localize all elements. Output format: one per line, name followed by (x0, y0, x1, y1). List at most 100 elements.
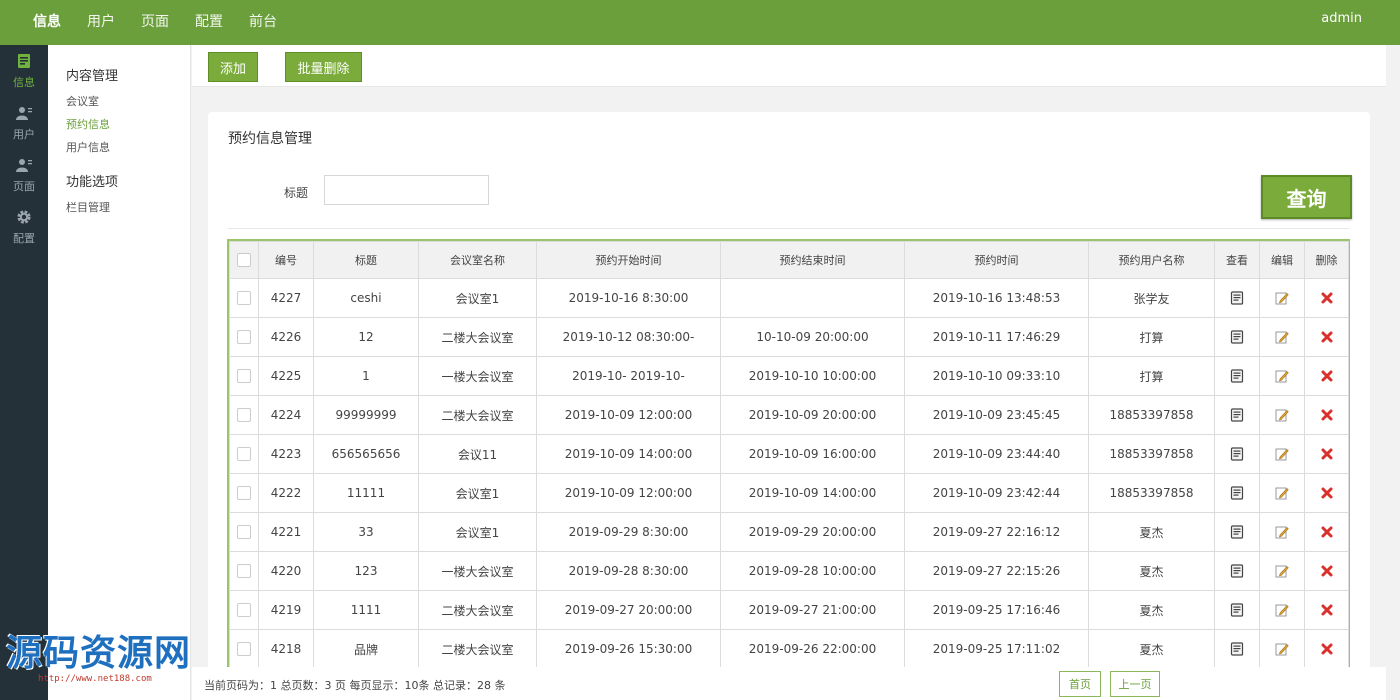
table-row: 4218 品牌 二楼大会议室 2019-09-26 15:30:00 2019-09-2… (229, 629, 1349, 669)
delete-cell (1304, 356, 1349, 396)
table-cell: 2019-09-28 8:30:00 (536, 551, 721, 591)
title-search-input[interactable] (324, 175, 489, 205)
delete-icon[interactable] (1320, 525, 1334, 539)
submenu-link[interactable]: 预约信息 (66, 113, 190, 136)
view-cell (1214, 278, 1260, 318)
row-checkbox[interactable] (237, 408, 251, 423)
row-checkbox[interactable] (237, 330, 251, 345)
delete-icon[interactable] (1320, 369, 1334, 383)
view-cell (1214, 473, 1260, 513)
select-all-cell (229, 241, 259, 279)
batch-delete-button[interactable]: 批量删除 (285, 52, 362, 82)
row-checkbox[interactable] (237, 369, 251, 384)
column-header: 预约开始时间 (536, 241, 721, 279)
edit-cell (1259, 551, 1305, 591)
delete-icon[interactable] (1320, 330, 1334, 344)
submenu-link[interactable]: 栏目管理 (66, 196, 190, 219)
rail-item-label: 用户 (13, 127, 35, 141)
edit-icon[interactable] (1275, 291, 1289, 305)
search-label: 标题 (284, 186, 309, 200)
top-nav-item[interactable]: 前台 (236, 0, 290, 45)
table-cell: 123 (313, 551, 419, 591)
row-checkbox[interactable] (237, 291, 251, 306)
view-icon[interactable] (1230, 564, 1244, 578)
edit-icon[interactable] (1275, 603, 1289, 617)
delete-icon[interactable] (1320, 564, 1334, 578)
column-header: 预约结束时间 (720, 241, 905, 279)
delete-cell (1304, 434, 1349, 474)
table-cell: 4222 (258, 473, 314, 513)
view-icon[interactable] (1230, 486, 1244, 500)
rail-item-1[interactable]: 用户 (0, 97, 48, 149)
table-cell: 2019-10-09 14:00:00 (536, 434, 721, 474)
table-cell: 二楼大会议室 (418, 395, 537, 435)
table-cell: 2019-09-29 8:30:00 (536, 512, 721, 552)
edit-icon[interactable] (1275, 447, 1289, 461)
view-icon[interactable] (1230, 291, 1244, 305)
top-nav-item[interactable]: 配置 (182, 0, 236, 45)
edit-icon[interactable] (1275, 369, 1289, 383)
view-icon[interactable] (1230, 642, 1244, 656)
view-cell (1214, 434, 1260, 474)
view-icon[interactable] (1230, 408, 1244, 422)
delete-icon[interactable] (1320, 486, 1334, 500)
rail-item-3[interactable]: 配置 (0, 201, 48, 253)
top-nav-item[interactable]: 用户 (74, 0, 128, 45)
table-cell: 二楼大会议室 (418, 590, 537, 630)
table-cell: 2019-09-27 21:00:00 (720, 590, 905, 630)
edit-icon[interactable] (1275, 525, 1289, 539)
table-cell: 2019-10-09 20:00:00 (720, 395, 905, 435)
first-page-button[interactable]: 首页 (1059, 671, 1101, 697)
row-checkbox[interactable] (237, 486, 251, 501)
current-user[interactable]: admin (1321, 0, 1362, 38)
row-select-cell (229, 629, 259, 669)
view-icon[interactable] (1230, 525, 1244, 539)
table-cell: 2019-10-09 16:00:00 (720, 434, 905, 474)
delete-icon[interactable] (1320, 603, 1334, 617)
delete-icon[interactable] (1320, 642, 1334, 656)
submenu-link[interactable]: 用户信息 (66, 136, 190, 159)
edit-icon[interactable] (1275, 330, 1289, 344)
table-cell: 2019-10-09 12:00:00 (536, 473, 721, 513)
prev-page-button[interactable]: 上一页 (1110, 671, 1160, 697)
edit-icon[interactable] (1275, 564, 1289, 578)
delete-icon[interactable] (1320, 447, 1334, 461)
top-nav-item[interactable]: 信息 (20, 0, 74, 45)
row-checkbox[interactable] (237, 564, 251, 579)
table-cell: 会议室1 (418, 278, 537, 318)
toolbar: 添加 批量删除 (192, 45, 1386, 87)
table-cell: 4218 (258, 629, 314, 669)
table-cell: 会议室1 (418, 473, 537, 513)
table-cell: 品牌 (313, 629, 419, 669)
table-cell: ceshi (313, 278, 419, 318)
table-cell (720, 278, 905, 318)
query-button[interactable]: 查询 (1261, 175, 1352, 219)
table-cell: 12 (313, 317, 419, 357)
table-cell: 2019-10-12 08:30:00- (536, 317, 721, 357)
table-cell: 18853397858 (1088, 473, 1215, 513)
table-cell: 2019-10-10 09:33:10 (904, 356, 1089, 396)
top-nav-item[interactable]: 页面 (128, 0, 182, 45)
row-checkbox[interactable] (237, 525, 251, 540)
rail-item-label: 信息 (13, 75, 35, 89)
edit-cell (1259, 317, 1305, 357)
view-icon[interactable] (1230, 447, 1244, 461)
select-all-checkbox[interactable] (237, 253, 251, 267)
row-checkbox[interactable] (237, 642, 251, 657)
rail-item-0[interactable]: 信息 (0, 45, 48, 97)
submenu-link[interactable]: 会议室 (66, 90, 190, 113)
view-icon[interactable] (1230, 603, 1244, 617)
add-button[interactable]: 添加 (208, 52, 258, 82)
column-header: 预约用户名称 (1088, 241, 1215, 279)
table-cell: 2019-09-27 20:00:00 (536, 590, 721, 630)
delete-icon[interactable] (1320, 408, 1334, 422)
edit-icon[interactable] (1275, 408, 1289, 422)
rail-item-2[interactable]: 页面 (0, 149, 48, 201)
edit-icon[interactable] (1275, 642, 1289, 656)
delete-icon[interactable] (1320, 291, 1334, 305)
edit-icon[interactable] (1275, 486, 1289, 500)
view-icon[interactable] (1230, 369, 1244, 383)
view-icon[interactable] (1230, 330, 1244, 344)
row-checkbox[interactable] (237, 603, 251, 618)
row-checkbox[interactable] (237, 447, 251, 462)
